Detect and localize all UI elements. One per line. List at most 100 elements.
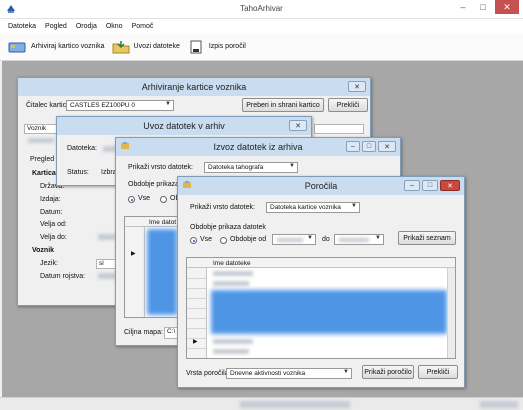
reader-select[interactable]: CASTLES EZ100PU 0 ▼ [66,100,174,111]
velja-do-label: Velja do: [40,234,67,241]
pregled-label: Pregled [30,156,55,163]
date-from-blurred [277,238,303,242]
export-col-header: Ime datot [149,219,177,226]
export-selected-rows [147,229,177,315]
show-list-button[interactable]: Prikaži seznam [398,231,456,245]
chevron-down-icon: ▼ [343,369,349,375]
app-title: TahoArhivar [240,4,283,13]
chevron-down-icon: ▼ [351,203,357,209]
export-type-label: Prikaži vrsto datotek: [128,164,193,171]
minimize-button[interactable]: – [453,0,473,14]
report-type-select[interactable]: Dnevne aktivnosti voznika ▼ [226,368,352,379]
chevron-down-icon: ▼ [165,101,171,107]
datum-rojstva-label: Datum rojstva: [40,273,86,280]
reports-grid-scrollbar[interactable] [447,268,455,358]
chevron-down-icon: ▼ [289,163,295,169]
reports-row-10-blurred [213,349,249,354]
window-reports-maximize[interactable]: □ [422,180,438,191]
app-title-bar: TahoArhivar – □ ✕ [0,0,523,19]
reports-date-to[interactable]: ▼ [334,234,384,245]
reports-radio-obdobje[interactable] [220,237,227,244]
reports-row-9-blurred [213,339,253,344]
report-print-icon [186,40,206,54]
import-datoteka-label: Datoteka: [67,145,97,152]
export-radio-vse-label: Vse [138,195,151,202]
reports-do-label: do [322,236,330,243]
status-bar [0,397,523,410]
window-export-close[interactable]: ✕ [378,141,396,152]
reports-file-grid[interactable]: Ime datoteke ▶ [186,257,456,359]
folder-import-icon [111,40,131,54]
window-export-titlebar: Izvoz datotek iz arhiva – □ ✕ [116,138,400,156]
report-type-label: Vrsta poročila: [186,370,231,377]
export-radio-vse[interactable] [128,196,135,203]
status-text-blurred [240,401,350,408]
print-reports-button[interactable]: Izpis poročil [186,40,246,54]
card-archive-icon [8,40,28,54]
reports-date-from[interactable]: ▼ [272,234,316,245]
cancel-reports-button[interactable]: Prekliči [418,365,458,379]
menu-pogled[interactable]: Pogled [45,23,67,30]
voznik-section-label: Voznik [32,247,55,254]
maximize-button[interactable]: □ [473,0,493,14]
voznik-field: Voznik [24,124,60,134]
datum-label: Datum: [40,209,63,216]
menu-okno[interactable]: Okno [106,23,123,30]
kartica-section-label: Kartica [32,170,56,177]
target-folder-label: Ciljna mapa: [124,329,163,336]
menu-datoteka[interactable]: Datoteka [8,23,36,30]
window-archive-card-titlebar: Arhiviranje kartice voznika ✕ [18,78,370,96]
window-archive-card-close[interactable]: ✕ [348,81,366,92]
window-reports-minimize[interactable]: – [404,180,420,191]
print-reports-label: Izpis poročil [208,43,246,50]
status-info-blurred [480,401,518,408]
izdajatelj-label: Izdaja: [40,196,61,203]
window-reports-titlebar: Poročila – □ ✕ [178,177,464,195]
archive-card-button[interactable]: Arhiviraj kartico voznika [8,40,105,54]
window-import-title: Uvoz datotek v arhiv [143,121,225,131]
export-type-select[interactable]: Datoteka tahografa ▼ [204,162,298,173]
menu-pomoc[interactable]: Pomoč [132,23,154,30]
archive-card-label: Arhiviraj kartico voznika [31,43,105,50]
chevron-down-icon: ▼ [307,235,313,241]
window-export-maximize[interactable]: □ [362,141,376,152]
reports-radio-vse-label: Vse [200,236,213,243]
show-report-button[interactable]: Prikaži poročilo [362,365,414,379]
voznik-name-blurred [28,138,54,143]
current-row-arrow-icon: ▶ [193,339,198,345]
window-export-minimize[interactable]: – [346,141,360,152]
reports-row-2-blurred [213,281,249,286]
reports-type-label: Prikaži vrsto datotek: [190,204,255,211]
right-field [314,124,364,134]
window-import-titlebar: Uvoz datotek v arhiv ✕ [57,117,311,135]
window-reports-close[interactable]: ✕ [440,180,460,191]
window-reports: Poročila – □ ✕ Prikaži vrsto datotek: Da… [177,176,465,388]
reports-type-select[interactable]: Datoteka kartice voznika ▼ [266,202,360,213]
reports-radio-vse[interactable] [190,237,197,244]
read-save-card-button[interactable]: Preberi in shrani kartico [242,98,324,112]
import-files-label: Uvozi datoteke [133,43,180,50]
toolbar: Arhiviraj kartico voznika Uvozi datoteke… [0,33,523,61]
reports-radio-obdobje-label: Obdobje od [230,236,267,243]
export-radio-obdobje[interactable] [160,196,167,203]
reports-row-1-blurred [213,271,253,276]
jezik-label: Jezik: [40,260,58,267]
window-import-close[interactable]: ✕ [289,120,307,131]
reports-col-header: Ime datoteke [213,260,251,267]
window-archive-card-title: Arhiviranje kartice voznika [141,82,247,92]
velja-od-label: Velja od: [40,221,67,228]
reports-period-label: Obdobje prikaza datotek [190,224,266,231]
reader-label: Čitalec kartic: [26,102,69,109]
export-grid-row-header [125,227,145,317]
chevron-down-icon: ▼ [375,235,381,241]
menu-bar: Datoteka Pogled Orodja Okno Pomoč [0,19,523,33]
current-row-arrow-icon: ▶ [131,251,136,257]
reports-selected-rows [211,290,447,334]
import-files-button[interactable]: Uvozi datoteke [111,40,180,54]
date-to-blurred [339,238,369,242]
menu-orodja[interactable]: Orodja [76,23,97,30]
export-file-grid[interactable]: Ime datot ▶ [124,216,178,318]
cancel-archive-button[interactable]: Prekliči [328,98,368,112]
close-button[interactable]: ✕ [495,0,519,14]
import-status-label: Status: [67,169,89,176]
